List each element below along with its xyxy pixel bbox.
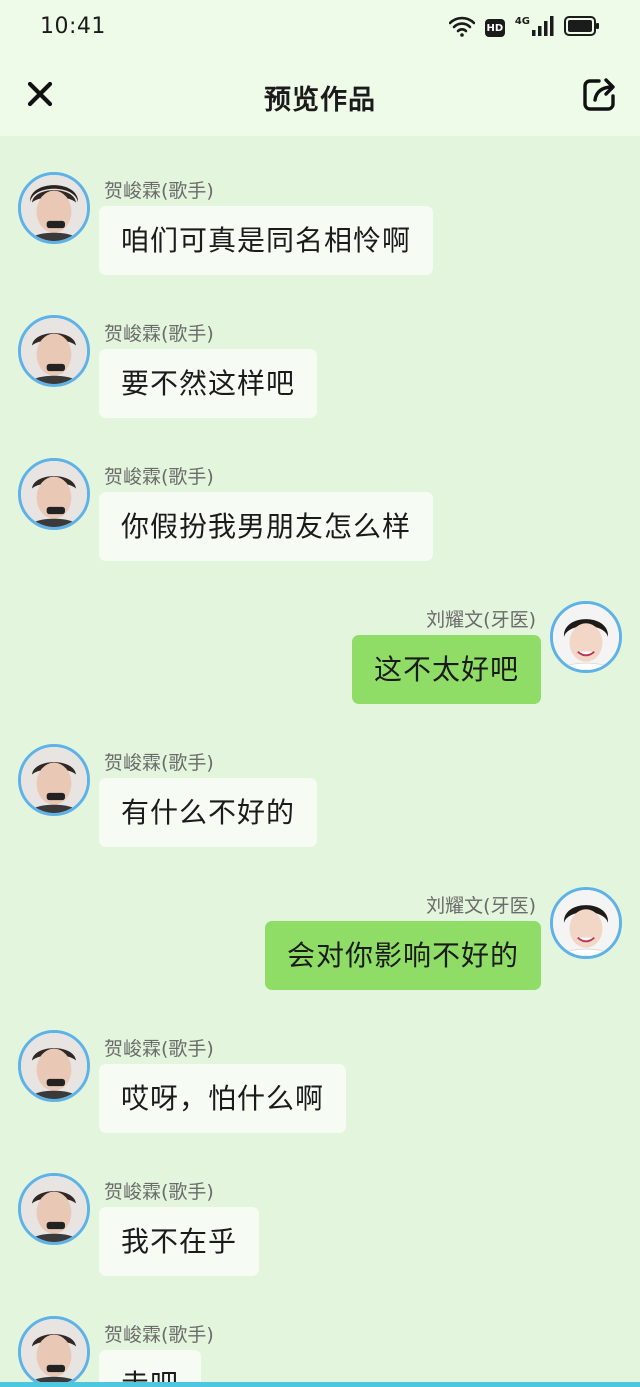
message-bubble[interactable]: 要不然这样吧: [99, 349, 318, 418]
sender-name: 贺峻霖(歌手): [104, 752, 214, 774]
status-time: 10:41: [40, 14, 106, 39]
chat-list[interactable]: 贺峻霖(歌手) 咱们可真是同名相怜啊 贺峻霖(歌手) 要不然这样吧 贺峻霖(歌手…: [0, 136, 640, 1382]
message-bubble[interactable]: 你假扮我男朋友怎么样: [99, 492, 434, 561]
message-bubble[interactable]: 会对你影响不好的: [264, 921, 541, 990]
message-item: 贺峻霖(歌手) 咱们可真是同名相怜啊: [0, 172, 640, 302]
sender-name: 刘耀文(牙医): [426, 609, 536, 631]
hd-icon: HD: [484, 19, 505, 37]
message-bubble[interactable]: 我不在乎: [99, 1207, 260, 1276]
avatar-singer[interactable]: [18, 1030, 90, 1102]
message-item: 贺峻霖(歌手) 要不然这样吧: [0, 315, 640, 445]
sender-name: 贺峻霖(歌手): [104, 1324, 214, 1346]
message-bubble[interactable]: 咱们可真是同名相怜啊: [99, 206, 434, 275]
message-item: 贺峻霖(歌手) 走吧: [0, 1316, 640, 1382]
message-item: 贺峻霖(歌手) 我不在乎: [0, 1173, 640, 1303]
sender-name: 贺峻霖(歌手): [104, 466, 214, 488]
avatar-singer[interactable]: [18, 1316, 90, 1382]
wifi-icon: [448, 15, 476, 41]
avatar-dentist[interactable]: [550, 601, 622, 673]
status-bar: 10:41 HD 4G: [0, 0, 640, 56]
message-bubble[interactable]: 有什么不好的: [99, 778, 318, 847]
avatar-singer[interactable]: [18, 1173, 90, 1245]
avatar-dentist[interactable]: [550, 887, 622, 959]
avatar-singer[interactable]: [18, 315, 90, 387]
sender-name: 刘耀文(牙医): [426, 895, 536, 917]
sender-name: 贺峻霖(歌手): [104, 323, 214, 345]
bottom-accent-bar: [0, 1382, 640, 1387]
battery-icon: [564, 16, 600, 40]
header: 预览作品: [0, 56, 640, 136]
status-icons: HD 4G: [448, 14, 600, 42]
network-type: 4G: [514, 15, 530, 27]
page-title: 预览作品: [264, 85, 376, 116]
message-item: 贺峻霖(歌手) 哎呀，怕什么啊: [0, 1030, 640, 1160]
sender-name: 贺峻霖(歌手): [104, 1038, 214, 1060]
avatar-singer[interactable]: [18, 458, 90, 530]
message-bubble[interactable]: 走吧: [99, 1350, 202, 1382]
avatar-singer[interactable]: [18, 744, 90, 816]
message-item: 贺峻霖(歌手) 有什么不好的: [0, 744, 640, 874]
signal-icon: [532, 16, 554, 40]
share-button[interactable]: [578, 74, 622, 118]
message-item: 刘耀文(牙医) 这不太好吧: [0, 601, 640, 731]
sender-name: 贺峻霖(歌手): [104, 1181, 214, 1203]
share-icon: [581, 75, 619, 117]
sender-name: 贺峻霖(歌手): [104, 180, 214, 202]
message-bubble[interactable]: 这不太好吧: [351, 635, 541, 704]
avatar-singer[interactable]: [18, 172, 90, 244]
message-bubble[interactable]: 哎呀，怕什么啊: [99, 1064, 347, 1133]
message-item: 刘耀文(牙医) 会对你影响不好的: [0, 887, 640, 1017]
message-item: 贺峻霖(歌手) 你假扮我男朋友怎么样: [0, 458, 640, 588]
